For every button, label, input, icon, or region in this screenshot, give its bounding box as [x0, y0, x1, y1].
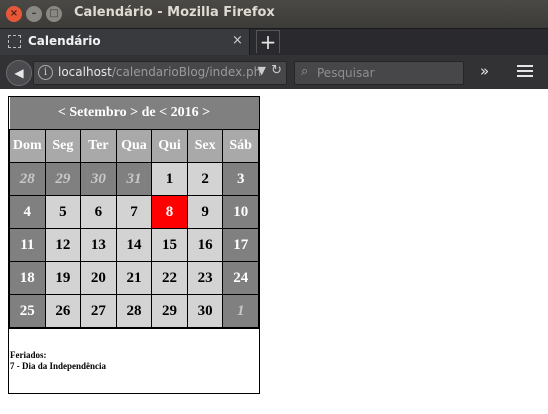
url-text[interactable]: localhost/calendarioBlog/index.ph: [58, 65, 261, 79]
search-icon: ⌕: [301, 64, 309, 79]
calendar-day[interactable]: 14: [115, 228, 153, 262]
calendar-day-other-month[interactable]: 28: [9, 162, 46, 196]
calendar-header: < Setembro > de < 2016 >: [9, 97, 259, 130]
url-dropdown-icon[interactable]: ▼: [258, 64, 266, 77]
calendar-day[interactable]: 27: [80, 294, 117, 328]
page-content: < Setembro > de < 2016 > Dom Seg Ter Qua…: [0, 89, 548, 414]
calendar-day[interactable]: 10: [222, 195, 259, 229]
next-year-link[interactable]: >: [202, 105, 210, 120]
calendar-day[interactable]: 29: [151, 294, 188, 328]
window-title: Calendário - Mozilla Firefox: [74, 5, 275, 20]
weekday-header-row: Dom Seg Ter Qua Qui Sex Sáb: [9, 129, 259, 163]
calendar-day-other-month[interactable]: 29: [44, 162, 82, 196]
calendar-day[interactable]: 18: [9, 261, 46, 295]
calendar-day[interactable]: 16: [186, 228, 224, 262]
calendar-day[interactable]: 11: [9, 228, 46, 262]
weekday-label: Ter: [80, 129, 117, 163]
page-favicon-icon: [8, 35, 21, 48]
calendar-day[interactable]: 30: [186, 294, 224, 328]
calendar-day[interactable]: 6: [80, 195, 117, 229]
calendar-day-other-month[interactable]: 31: [115, 162, 153, 196]
calendar-week-row: 25 26 27 28 29 30 1: [9, 294, 259, 328]
weekday-label: Sáb: [222, 129, 259, 163]
calendar-day[interactable]: 23: [186, 261, 224, 295]
de-label: de: [141, 105, 156, 120]
calendar-day[interactable]: 22: [151, 261, 188, 295]
calendar-day[interactable]: 1: [151, 162, 188, 196]
calendar-day[interactable]: 15: [151, 228, 188, 262]
calendar-day[interactable]: 17: [222, 228, 259, 262]
prev-year-link[interactable]: <: [159, 105, 167, 120]
calendar: < Setembro > de < 2016 > Dom Seg Ter Qua…: [8, 96, 260, 394]
window-controls: × – □: [6, 6, 62, 22]
navigation-toolbar: ◀ i localhost/calendarioBlog/index.ph ▼ …: [0, 55, 548, 90]
weekday-label: Dom: [9, 129, 46, 163]
calendar-week-row: 28 29 30 31 1 2 3: [9, 162, 259, 196]
calendar-week-row: 18 19 20 21 22 23 24: [9, 261, 259, 295]
reload-icon[interactable]: ↻: [271, 63, 282, 78]
weekday-label: Seg: [44, 129, 82, 163]
overflow-chevron-icon[interactable]: »: [480, 62, 489, 80]
back-button[interactable]: ◀: [6, 60, 32, 86]
calendar-day[interactable]: 19: [44, 261, 82, 295]
calendar-day-other-month[interactable]: 1: [222, 294, 259, 328]
holidays-section: Feriados: 7 - Dia da Independência: [9, 328, 259, 393]
tab-close-icon[interactable]: ×: [232, 33, 243, 48]
minimize-window-icon[interactable]: –: [26, 6, 42, 22]
calendar-day[interactable]: 9: [186, 195, 224, 229]
calendar-day[interactable]: 12: [44, 228, 82, 262]
window-titlebar: × – □ Calendário - Mozilla Firefox: [0, 0, 548, 28]
holidays-title: Feriados:: [10, 350, 47, 360]
weekday-label: Qua: [115, 129, 153, 163]
tab-strip: Calendário × +: [0, 28, 548, 55]
calendar-day[interactable]: 24: [222, 261, 259, 295]
close-window-icon[interactable]: ×: [6, 6, 22, 22]
search-input[interactable]: [315, 64, 459, 82]
calendar-day[interactable]: 5: [44, 195, 82, 229]
calendar-day[interactable]: 2: [186, 162, 224, 196]
calendar-day[interactable]: 13: [80, 228, 117, 262]
tab-label: Calendário: [28, 34, 101, 48]
calendar-day-today[interactable]: 8: [151, 195, 188, 229]
weekday-label: Sex: [186, 129, 224, 163]
calendar-day[interactable]: 7: [115, 195, 153, 229]
url-path: /calendarioBlog/index.ph: [111, 65, 262, 79]
url-host: localhost: [58, 65, 112, 79]
calendar-day[interactable]: 4: [9, 195, 46, 229]
calendar-week-row: 11 12 13 14 15 16 17: [9, 228, 259, 262]
next-month-link[interactable]: >: [130, 105, 138, 120]
calendar-day[interactable]: 25: [9, 294, 46, 328]
calendar-day[interactable]: 21: [115, 261, 153, 295]
prev-month-link[interactable]: <: [58, 105, 66, 120]
holiday-item: 7 - Dia da Independência: [10, 361, 107, 371]
calendar-week-row: 4 5 6 7 8 9 10: [9, 195, 259, 229]
calendar-day[interactable]: 20: [80, 261, 117, 295]
weekday-label: Qui: [151, 129, 188, 163]
calendar-day-other-month[interactable]: 30: [80, 162, 117, 196]
calendar-day[interactable]: 3: [222, 162, 259, 196]
maximize-window-icon[interactable]: □: [46, 6, 62, 22]
menu-icon[interactable]: [517, 65, 533, 80]
year-value: 2016: [170, 105, 199, 120]
url-bar[interactable]: i localhost/calendarioBlog/index.ph ▼ ↻: [33, 61, 287, 85]
site-info-icon[interactable]: i: [38, 65, 53, 80]
tab-calendario[interactable]: Calendário ×: [0, 29, 250, 55]
calendar-day[interactable]: 26: [44, 294, 82, 328]
calendar-day[interactable]: 28: [115, 294, 153, 328]
month-name: Setembro: [69, 105, 127, 120]
search-bar[interactable]: ⌕: [294, 61, 464, 85]
new-tab-button[interactable]: +: [256, 30, 280, 53]
